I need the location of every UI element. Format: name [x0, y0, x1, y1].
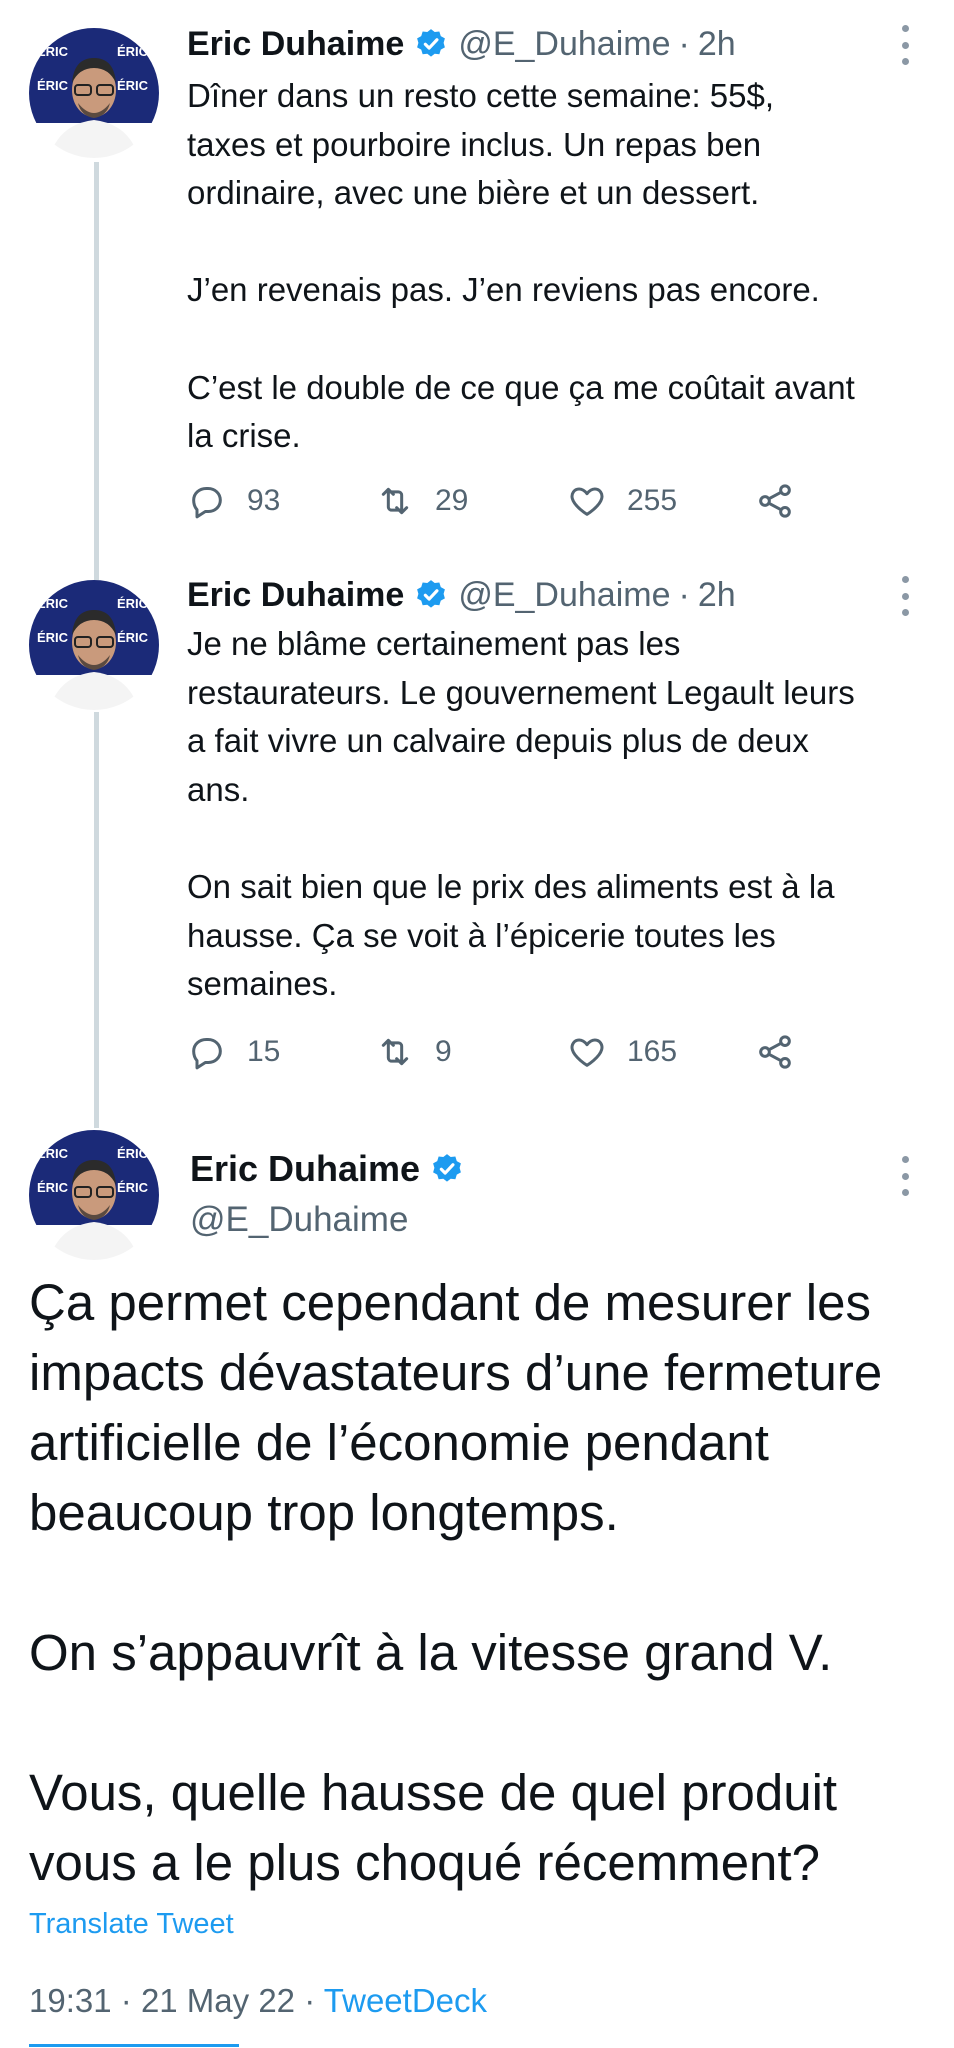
main-author-name[interactable]: Eric Duhaime — [190, 1148, 474, 1190]
svg-text:ÉRIC: ÉRIC — [117, 1180, 149, 1195]
author-name[interactable]: Eric Duhaime — [190, 1148, 420, 1190]
thread-connector — [94, 712, 99, 1128]
svg-text:ÉRIC: ÉRIC — [117, 630, 149, 645]
tweet-timestamp[interactable]: 19:31 — [29, 1982, 112, 2019]
tweet-text: Je ne blâme certainement pas les restaur… — [187, 625, 855, 1003]
more-options-button[interactable] — [890, 576, 920, 616]
reply-count: 15 — [247, 1035, 281, 1068]
retweet-button[interactable]: 9 — [375, 1027, 452, 1077]
share-button[interactable] — [755, 476, 815, 526]
avatar[interactable]: ÉRIC ÉRIC ÉRIC ÉRIC — [29, 1130, 159, 1260]
dot-icon — [901, 576, 909, 583]
reply-icon — [192, 487, 222, 519]
tweet-text: Dîner dans un resto cette semaine: 55$, … — [187, 77, 855, 455]
svg-text:ÉRIC: ÉRIC — [117, 78, 149, 93]
retweet-button[interactable]: 29 — [375, 476, 468, 526]
svg-text:ÉRIC: ÉRIC — [37, 78, 69, 93]
tweet-metadata: 19:31 · 21 May 22 · TweetDeck — [29, 1982, 487, 2020]
reply-button[interactable]: 15 — [187, 1027, 280, 1077]
verified-badge-icon — [433, 1154, 461, 1182]
dot-icon — [901, 41, 909, 49]
like-button[interactable]: 165 — [567, 1027, 677, 1077]
svg-text:ÉRIC: ÉRIC — [37, 1146, 69, 1161]
avatar[interactable]: ÉRIC ÉRIC ÉRIC ÉRIC — [29, 28, 159, 158]
more-options-button[interactable] — [890, 1156, 920, 1196]
profile-photo-icon: ÉRIC ÉRIC ÉRIC ÉRIC — [29, 580, 159, 710]
verified-badge-icon — [417, 29, 446, 57]
tweet-time[interactable]: 2h — [698, 576, 736, 615]
dot-icon — [901, 58, 909, 65]
svg-text:ÉRIC: ÉRIC — [37, 630, 69, 645]
svg-text:ÉRIC: ÉRIC — [37, 596, 69, 611]
tweet-actions: 93 29 255 — [187, 476, 827, 526]
author-handle[interactable]: @E_Duhaime — [458, 25, 670, 64]
svg-text:ÉRIC: ÉRIC — [117, 596, 149, 611]
author-name[interactable]: Eric Duhaime — [187, 25, 404, 64]
share-icon — [759, 484, 791, 518]
retweet-icon — [381, 487, 409, 515]
separator-dot: · — [120, 1982, 132, 2019]
like-count: 165 — [627, 1035, 678, 1068]
translate-tweet-link[interactable]: Translate Tweet — [29, 1908, 234, 1941]
author-handle[interactable]: @E_Duhaime — [458, 576, 670, 615]
profile-photo-icon: ÉRIC ÉRIC ÉRIC ÉRIC — [29, 28, 159, 158]
reply-count: 93 — [247, 484, 281, 517]
main-tweet-text: Ça permet cependant de mesurer les impac… — [29, 1274, 883, 1891]
tweet-time[interactable]: 2h — [698, 25, 736, 64]
like-count: 255 — [627, 484, 678, 517]
cut-off-content — [29, 2038, 239, 2048]
main-author-handle[interactable]: @E_Duhaime — [190, 1200, 408, 1240]
separator-dot: · — [678, 24, 690, 63]
author-name[interactable]: Eric Duhaime — [187, 576, 404, 615]
more-options-button[interactable] — [890, 25, 920, 65]
avatar[interactable]: ÉRIC ÉRIC ÉRIC ÉRIC — [29, 580, 159, 710]
heart-icon — [570, 487, 604, 516]
reply-icon — [192, 1038, 222, 1070]
dot-icon — [901, 25, 909, 32]
reply-button[interactable]: 93 — [187, 476, 280, 526]
separator-dot: · — [678, 575, 690, 614]
dot-icon — [901, 592, 909, 600]
retweet-count: 29 — [435, 484, 469, 517]
like-button[interactable]: 255 — [567, 476, 677, 526]
share-icon — [759, 1035, 791, 1069]
svg-text:ÉRIC: ÉRIC — [117, 1146, 149, 1161]
tweet-actions: 15 9 165 — [187, 1027, 827, 1077]
thread-connector — [94, 162, 99, 582]
svg-text:ÉRIC: ÉRIC — [37, 1180, 69, 1195]
dot-icon — [901, 1172, 909, 1180]
tweet-source-link[interactable]: TweetDeck — [324, 1982, 487, 2019]
share-button[interactable] — [755, 1027, 815, 1077]
retweet-icon — [381, 1038, 409, 1066]
tweet-header: Eric Duhaime @E_Duhaime · 2h — [187, 570, 736, 620]
svg-text:ÉRIC: ÉRIC — [37, 44, 69, 59]
verified-badge-icon — [417, 580, 446, 608]
svg-text:ÉRIC: ÉRIC — [117, 44, 149, 59]
dot-icon — [901, 1156, 909, 1163]
tweet-date[interactable]: 21 May 22 — [141, 1982, 295, 2019]
heart-icon — [570, 1038, 604, 1067]
tweet-header: Eric Duhaime @E_Duhaime · 2h — [187, 19, 736, 69]
dot-icon — [901, 609, 909, 616]
retweet-count: 9 — [435, 1035, 452, 1068]
separator-dot: · — [304, 1982, 316, 2019]
dot-icon — [901, 1189, 909, 1196]
profile-photo-icon: ÉRIC ÉRIC ÉRIC ÉRIC — [29, 1130, 159, 1260]
